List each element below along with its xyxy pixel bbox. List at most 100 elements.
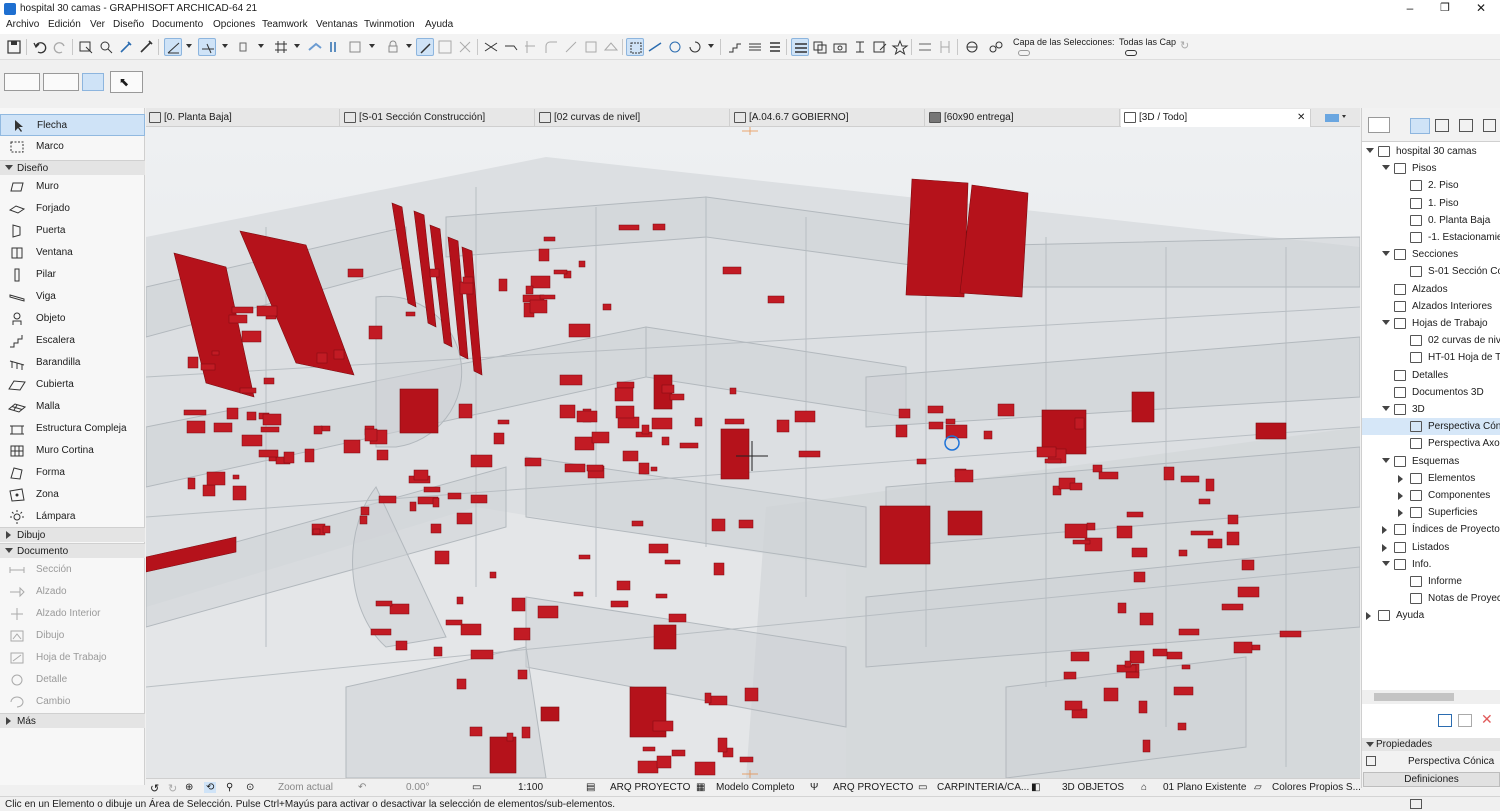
furniture-object[interactable] — [564, 463, 586, 473]
furniture-object[interactable] — [767, 295, 785, 304]
furniture-object[interactable] — [389, 603, 410, 615]
teamwork-icon[interactable] — [963, 38, 981, 56]
explode-icon[interactable] — [582, 38, 600, 56]
furniture-object[interactable] — [364, 428, 378, 442]
orbit-icon[interactable]: ↺ — [150, 782, 159, 795]
furniture-object[interactable] — [927, 405, 944, 414]
furniture-object[interactable] — [458, 403, 473, 419]
navigator-item-02-curvas-de-nivel-inde[interactable]: 02 curvas de nivel (Inde — [1362, 332, 1500, 349]
furniture-object[interactable] — [704, 692, 712, 704]
furniture-object[interactable] — [187, 356, 199, 369]
navigator-item-hospital-30-camas[interactable]: hospital 30 camas — [1362, 143, 1500, 160]
furniture-object[interactable] — [529, 299, 548, 314]
furniture-object[interactable] — [616, 381, 635, 389]
furniture-object[interactable] — [559, 374, 583, 386]
tab-planta-baja[interactable]: [0. Planta Baja] — [146, 109, 340, 127]
furniture-object[interactable] — [513, 627, 531, 641]
walk-icon[interactable]: ⚲ — [226, 782, 233, 793]
group-documento[interactable]: Documento — [0, 543, 145, 558]
navigator-item-superficies[interactable]: Superficies — [1362, 504, 1500, 521]
grid-snap-icon[interactable] — [272, 38, 290, 56]
fillet-icon[interactable] — [542, 38, 560, 56]
tool-forma[interactable]: Forma — [0, 462, 145, 484]
furniture-object[interactable] — [722, 266, 742, 275]
furniture-object[interactable] — [1279, 630, 1302, 638]
furniture-object[interactable] — [615, 405, 635, 419]
furniture-object[interactable] — [622, 450, 639, 462]
expand-toggle-icon[interactable] — [1382, 543, 1387, 552]
furniture-object[interactable] — [456, 678, 467, 690]
furniture-object[interactable] — [506, 732, 514, 742]
furniture-object[interactable] — [456, 512, 473, 525]
furniture-object[interactable] — [1205, 478, 1215, 492]
project-map-icon[interactable] — [1410, 118, 1430, 134]
collapse-toggle-icon[interactable] — [1382, 560, 1390, 566]
furniture-object[interactable] — [459, 281, 474, 295]
selection-method-icon[interactable] — [4, 73, 40, 91]
navigator-item-0-planta-baja[interactable]: 0. Planta Baja — [1362, 212, 1500, 229]
delete-view-icon[interactable]: ✕ — [1481, 711, 1493, 728]
menu-opciones[interactable]: Opciones — [213, 19, 255, 30]
furniture-object[interactable] — [1126, 511, 1144, 518]
distribute-icon[interactable] — [936, 38, 954, 56]
navigator-item-3d[interactable]: 3D — [1362, 401, 1500, 418]
furniture-object[interactable] — [1071, 708, 1088, 719]
tool-detalle[interactable]: Detalle — [0, 669, 145, 691]
definiciones-button[interactable]: Definiciones — [1363, 772, 1500, 787]
furniture-object[interactable] — [708, 695, 728, 706]
furniture-object[interactable] — [283, 451, 295, 464]
view-map-icon[interactable] — [1435, 119, 1449, 132]
furniture-object[interactable] — [574, 436, 595, 451]
menu-ayuda[interactable]: Ayuda — [425, 19, 453, 30]
furniture-object[interactable] — [1138, 700, 1148, 714]
tool-viga[interactable]: Viga — [0, 286, 145, 308]
furniture-object[interactable] — [1178, 549, 1188, 557]
furniture-object[interactable] — [316, 352, 328, 364]
furniture-object[interactable] — [1133, 571, 1146, 583]
camera-icon[interactable] — [831, 38, 849, 56]
tool-lampara[interactable]: Lámpara — [0, 506, 145, 528]
collapse-toggle-icon[interactable] — [1382, 406, 1390, 411]
tab-gobierno[interactable]: [A.04.6.7 GOBIERNO] — [731, 109, 925, 127]
marquee-mode-icon[interactable] — [43, 73, 79, 91]
furniture-object[interactable] — [954, 469, 974, 483]
furniture-object[interactable] — [1069, 482, 1083, 491]
furniture-object[interactable] — [1036, 446, 1057, 458]
collapse-toggle-icon[interactable] — [1382, 457, 1390, 463]
furniture-object[interactable] — [739, 756, 754, 763]
graphic-override-field[interactable]: Colores Propios S... — [1272, 782, 1361, 793]
close-window-button[interactable]: ✕ — [1466, 0, 1496, 18]
3d-viewport[interactable] — [146, 127, 1360, 778]
furniture-object[interactable] — [312, 528, 321, 535]
furniture-object[interactable] — [997, 403, 1015, 417]
tool-marco[interactable]: Marco — [0, 136, 145, 158]
furniture-object[interactable] — [429, 268, 440, 278]
tool-dibujo[interactable]: Dibujo — [0, 625, 145, 647]
expand-toggle-icon[interactable] — [1398, 492, 1403, 500]
navigator-item-notas-de-proyecto[interactable]: Notas de Proyecto — [1362, 590, 1500, 607]
menu-archivo[interactable]: Archivo — [6, 19, 39, 30]
furniture-object[interactable] — [378, 495, 397, 504]
furniture-object[interactable] — [423, 486, 441, 493]
furniture-object[interactable] — [656, 755, 672, 769]
lock-icon[interactable] — [384, 38, 402, 56]
zoom-icon[interactable]: ⊙ — [246, 782, 254, 793]
undo-icon[interactable] — [31, 38, 49, 56]
furniture-object[interactable] — [313, 425, 323, 435]
menu-documento[interactable]: Documento — [152, 19, 203, 30]
furniture-object[interactable] — [368, 325, 383, 340]
refresh-icon[interactable]: ↻ — [1180, 39, 1189, 52]
tool-forjado[interactable]: Forjado — [0, 198, 145, 220]
3d-cutting-planes-icon[interactable] — [646, 38, 664, 56]
furniture-object[interactable] — [668, 613, 687, 623]
tab-list-icon[interactable] — [1324, 110, 1348, 124]
furniture-object[interactable] — [655, 593, 668, 599]
furniture-object[interactable] — [395, 640, 408, 651]
furniture-object[interactable] — [1226, 531, 1240, 546]
rotate-marquee-icon[interactable] — [82, 73, 104, 91]
furniture-object[interactable] — [1131, 547, 1148, 558]
expand-toggle-icon[interactable] — [1366, 612, 1371, 621]
furniture-object[interactable] — [1207, 538, 1223, 549]
tool-seccion[interactable]: Sección — [0, 559, 145, 581]
furniture-object[interactable] — [343, 439, 361, 454]
